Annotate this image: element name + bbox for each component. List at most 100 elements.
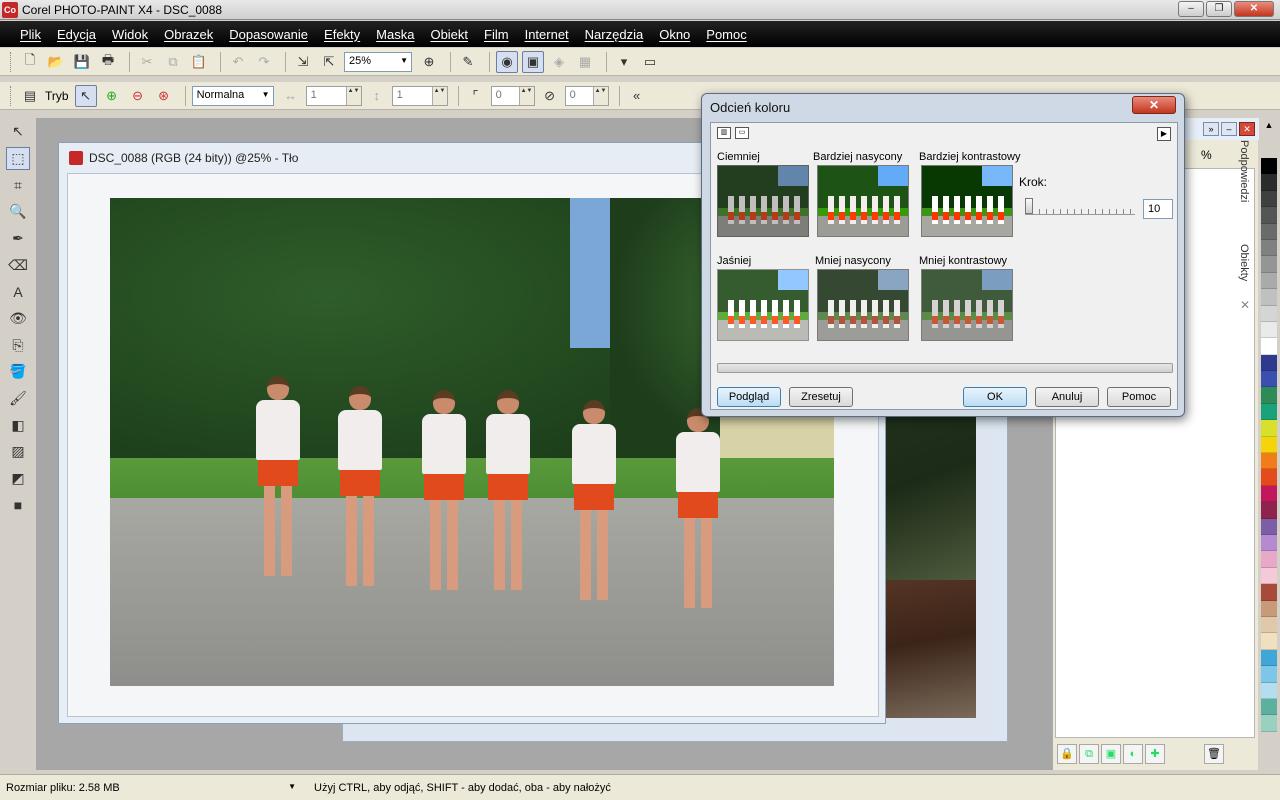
eraser-tool-icon[interactable]: ⌫ bbox=[6, 253, 30, 277]
menu-edycja[interactable]: Edycja bbox=[49, 27, 104, 42]
step-slider[interactable] bbox=[1025, 198, 1135, 215]
palette-swatch[interactable] bbox=[1261, 321, 1277, 339]
cut-icon[interactable]: ✂ bbox=[136, 51, 158, 73]
palette-swatch[interactable] bbox=[1261, 534, 1277, 552]
subtractive-mode-icon[interactable]: ⊖ bbox=[127, 85, 149, 107]
delete-object-icon[interactable]: 🗑 bbox=[1204, 744, 1224, 764]
menu-narzedzia[interactable]: Narzędzia bbox=[577, 27, 652, 42]
paint-tool-icon[interactable]: 🖌 bbox=[6, 387, 30, 411]
additive-mode-icon[interactable]: ⊕ bbox=[101, 85, 123, 107]
palette-swatch[interactable] bbox=[1261, 715, 1277, 732]
undo-icon[interactable]: ↶ bbox=[227, 51, 249, 73]
paste-icon[interactable]: 📋 bbox=[188, 51, 210, 73]
menu-efekty[interactable]: Efekty bbox=[316, 27, 368, 42]
width-field[interactable]: 1 bbox=[305, 85, 362, 106]
minimize-icon[interactable]: – bbox=[1178, 1, 1204, 17]
palette-swatch[interactable] bbox=[1261, 272, 1277, 290]
combine-objects-icon[interactable]: ⧉ bbox=[1079, 744, 1099, 764]
fill-tool-icon[interactable]: 🪣 bbox=[6, 360, 30, 384]
thumb-darker[interactable] bbox=[717, 165, 809, 237]
new-object-icon[interactable]: ✚ bbox=[1145, 744, 1165, 764]
transparency-tool-icon[interactable]: ▨ bbox=[6, 440, 30, 464]
palette-swatch[interactable] bbox=[1261, 600, 1277, 617]
close-icon[interactable]: ✕ bbox=[1234, 1, 1274, 17]
single-preview-icon[interactable]: ▭ bbox=[735, 127, 749, 139]
height-field[interactable]: 1 bbox=[391, 85, 448, 106]
step-value-field[interactable]: 10 bbox=[1143, 199, 1173, 219]
menu-plik[interactable]: Plik bbox=[12, 27, 49, 42]
reset-button[interactable]: Zresetuj bbox=[789, 387, 853, 407]
palette-swatch[interactable] bbox=[1261, 371, 1277, 388]
step-slider-handle[interactable] bbox=[1025, 198, 1033, 214]
preview-button[interactable]: Podgląd bbox=[717, 387, 781, 407]
mask-brush-icon[interactable]: ✎ bbox=[457, 51, 479, 73]
pick-tool-icon[interactable]: ↖ bbox=[6, 120, 30, 144]
collapse-toolbar-icon[interactable]: « bbox=[626, 85, 648, 107]
redo-icon[interactable]: ↷ bbox=[253, 51, 275, 73]
save-icon[interactable]: 💾 bbox=[71, 51, 93, 73]
normal-mode-icon[interactable]: ↖ bbox=[74, 84, 97, 107]
eyedropper-tool-icon[interactable]: ✒ bbox=[6, 227, 30, 251]
palette-swatch[interactable] bbox=[1261, 584, 1277, 601]
palette-swatch[interactable] bbox=[1261, 256, 1277, 273]
crop-tool-icon[interactable]: ⌗ bbox=[6, 173, 30, 197]
palette-swatch[interactable] bbox=[1261, 190, 1277, 208]
corel-app-icon[interactable]: Co bbox=[2, 2, 18, 18]
mask-marquee-icon[interactable]: ▣ bbox=[522, 50, 544, 73]
welcome-screen-icon[interactable]: ▭ bbox=[639, 51, 661, 73]
file-size-status[interactable]: Rozmiar pliku: 2.58 MB bbox=[0, 782, 300, 794]
palette-swatch[interactable] bbox=[1261, 207, 1277, 224]
tool-settings-icon[interactable]: ▤ bbox=[19, 85, 41, 107]
palette-swatch[interactable] bbox=[1261, 567, 1277, 585]
zoom-tool-icon[interactable]: 🔍 bbox=[6, 200, 30, 224]
menu-obiekt[interactable]: Obiekt bbox=[422, 27, 476, 42]
palette-swatch[interactable] bbox=[1261, 666, 1277, 683]
palette-swatch[interactable] bbox=[1261, 158, 1277, 175]
palette-swatch[interactable] bbox=[1261, 551, 1277, 568]
close-tab-icon[interactable]: ✕ bbox=[1240, 298, 1250, 312]
open-folder-icon[interactable]: 📂 bbox=[45, 51, 67, 73]
palette-swatch[interactable] bbox=[1261, 698, 1277, 716]
object-transform-icon[interactable]: ▦ bbox=[574, 51, 596, 73]
palette-swatch[interactable] bbox=[1261, 518, 1277, 535]
palette-swatch[interactable] bbox=[1261, 174, 1277, 191]
mask-visible-icon[interactable]: ◉ bbox=[496, 50, 518, 73]
color-palette[interactable] bbox=[1261, 158, 1277, 758]
menu-obrazek[interactable]: Obrazek bbox=[156, 27, 221, 42]
color-swatches-icon[interactable]: ◩ bbox=[6, 467, 30, 491]
palette-swatch[interactable] bbox=[1261, 502, 1277, 519]
ok-button[interactable]: OK bbox=[963, 387, 1027, 407]
palette-swatch[interactable] bbox=[1261, 633, 1277, 650]
palette-swatch[interactable] bbox=[1261, 682, 1277, 699]
application-launcher-icon[interactable]: ▾ bbox=[613, 51, 635, 73]
rectangle-mask-tool-icon[interactable]: ⬚ bbox=[6, 146, 30, 171]
toolbar-grip[interactable] bbox=[10, 51, 13, 72]
palette-swatch[interactable] bbox=[1261, 305, 1277, 322]
menu-maska[interactable]: Maska bbox=[368, 27, 422, 42]
new-file-icon[interactable]: 🗋 bbox=[19, 51, 41, 73]
restore-icon[interactable]: ❐ bbox=[1206, 1, 1232, 17]
palette-swatch[interactable] bbox=[1261, 485, 1277, 503]
menu-film[interactable]: Film bbox=[476, 27, 517, 42]
menu-internet[interactable]: Internet bbox=[517, 27, 577, 42]
thumb-more-contrast[interactable] bbox=[921, 165, 1013, 237]
palette-swatch[interactable] bbox=[1261, 223, 1277, 240]
lock-object-icon[interactable]: 🔒 bbox=[1057, 744, 1077, 764]
palette-swatch[interactable] bbox=[1261, 469, 1277, 486]
text-tool-icon[interactable]: A bbox=[6, 280, 30, 304]
menu-okno[interactable]: Okno bbox=[651, 27, 698, 42]
dual-preview-icon[interactable]: ▥ bbox=[717, 127, 731, 139]
xor-mode-icon[interactable]: ⊛ bbox=[153, 85, 175, 107]
menu-dopasowanie[interactable]: Dopasowanie bbox=[221, 27, 316, 42]
feather-field[interactable]: 0 bbox=[490, 85, 535, 106]
palette-swatch[interactable] bbox=[1261, 436, 1277, 454]
print-icon[interactable]: 🖶 bbox=[97, 51, 119, 73]
export-icon[interactable]: ⇱ bbox=[318, 51, 340, 73]
palette-swatch[interactable] bbox=[1261, 616, 1277, 634]
thumb-lighter[interactable] bbox=[717, 269, 809, 341]
palette-swatch[interactable] bbox=[1261, 453, 1277, 470]
palette-swatch[interactable] bbox=[1261, 420, 1277, 437]
thumb-less-contrast[interactable] bbox=[921, 269, 1013, 341]
palette-swatch[interactable] bbox=[1261, 239, 1277, 257]
palette-swatch[interactable] bbox=[1261, 403, 1277, 421]
